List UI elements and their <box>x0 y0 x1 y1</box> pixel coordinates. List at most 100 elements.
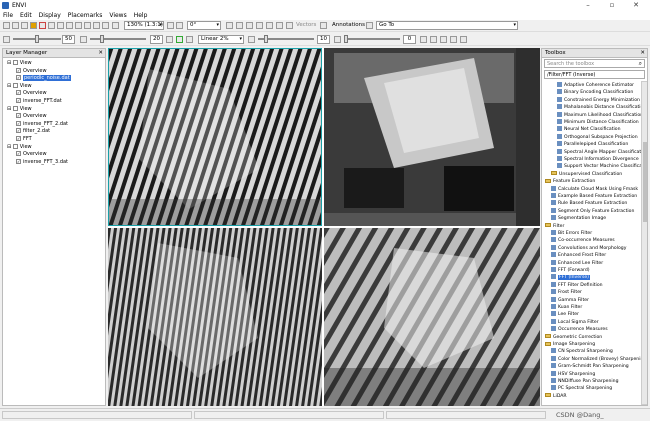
toolbox-tool[interactable]: Segment Only Feature Extraction <box>551 207 634 215</box>
menu-placemarks[interactable]: Placemarks <box>68 11 103 20</box>
menu-file[interactable]: File <box>3 11 13 20</box>
view-inverse-fft[interactable] <box>324 48 540 226</box>
transparency-handle[interactable] <box>344 35 348 43</box>
annotation-icon[interactable] <box>320 22 327 29</box>
sharpen-handle[interactable] <box>264 35 268 43</box>
annotations-dropdown[interactable]: Annotations <box>332 22 365 28</box>
toolbox-folder[interactable]: Unsupervised Classification <box>551 171 622 178</box>
layer-view-node[interactable]: ⊟ View <box>7 82 32 90</box>
toolbox-tool[interactable]: Gram-Schmidt Pan Sharpening <box>551 363 629 370</box>
checkbox[interactable]: ✓ <box>16 98 21 103</box>
toolbox-tool[interactable]: FFT Filter Definition <box>551 281 603 289</box>
toolbox-tool[interactable]: Mahalanobis Distance Classification <box>557 104 646 111</box>
brightness-value[interactable]: 50 <box>62 35 75 44</box>
view-periodic-noise[interactable] <box>108 48 322 226</box>
portal-icon[interactable] <box>450 36 457 43</box>
toolbox-folder[interactable]: LiDAR <box>545 393 567 400</box>
checkbox[interactable]: ✓ <box>16 158 21 164</box>
checkbox[interactable]: ✓ <box>16 113 21 119</box>
toolbox-tool[interactable]: Rule Based Feature Extraction <box>551 200 627 207</box>
fly-icon[interactable] <box>57 22 64 29</box>
checkbox[interactable]: ✓ <box>16 75 21 81</box>
toolbox-search[interactable]: Search the toolbox ⌕ <box>544 59 645 68</box>
layer-item[interactable]: ✓ periodic_noise.dat <box>16 75 71 82</box>
polygon-icon[interactable] <box>276 22 283 29</box>
layer-item[interactable]: ✓ FFT <box>16 136 32 143</box>
toolbox-tool[interactable]: Local Sigma Filter <box>551 318 599 326</box>
contrast-slider[interactable] <box>90 35 146 43</box>
toolbox-tool[interactable]: Parallelepiped Classification <box>557 141 628 148</box>
toolbox-tool[interactable]: Bit Errors Filter <box>551 230 592 237</box>
brightness-slider[interactable] <box>13 35 61 43</box>
zoom-combo[interactable]: 130% (1.3:1) ▾ <box>124 21 164 30</box>
crosshair-icon[interactable] <box>226 22 233 29</box>
checkbox[interactable]: ✓ <box>16 151 21 157</box>
sharpen-slider[interactable] <box>258 35 314 43</box>
toolbox-tool[interactable]: Minimum Distance Classification <box>557 119 639 126</box>
toolbox-tool[interactable]: Binary Encoding Classification <box>557 89 633 96</box>
toolbox-tool[interactable]: Kuan Filter <box>551 304 582 311</box>
rotate-left-icon[interactable] <box>167 22 174 29</box>
brightness-handle[interactable] <box>35 35 39 43</box>
toolbox-tool[interactable]: Gamma Filter <box>551 296 589 304</box>
toolbox-folder[interactable]: Geometric Correction <box>545 334 602 341</box>
sharpen-value[interactable]: 10 <box>317 35 330 44</box>
layer-item[interactable]: ✓ Overview <box>16 67 47 75</box>
toolbox-tool[interactable]: CN Spectral Sharpening <box>551 348 613 355</box>
contrast-value[interactable]: 20 <box>150 35 163 44</box>
close-button[interactable]: ✕ <box>624 0 648 11</box>
contrast-handle[interactable] <box>100 35 104 43</box>
toolbox-tool[interactable]: Enhanced Lee Filter <box>551 259 603 267</box>
open-icon[interactable] <box>3 22 10 29</box>
toolbox-tool[interactable]: Spectral Information Divergence <box>557 156 639 163</box>
toolbox-tool[interactable]: Frost Filter <box>551 289 582 296</box>
transparency-slider[interactable] <box>344 35 400 43</box>
layer-item[interactable]: ✓ inverse_FFT_3.dat <box>16 158 68 166</box>
toolbox-tool[interactable]: FFT (Forward) <box>551 267 590 274</box>
toolbox-tool[interactable]: Lee Filter <box>551 311 579 318</box>
toolbox-tool[interactable]: Maximum Likelihood Classification <box>557 111 643 119</box>
checkbox[interactable]: ✓ <box>16 90 21 96</box>
fixed-zoom-out-icon[interactable] <box>102 22 109 29</box>
cursor-value-icon[interactable] <box>236 22 243 29</box>
checkbox[interactable]: ✓ <box>16 136 21 141</box>
layer-view-node[interactable]: ⊟ View <box>7 60 32 67</box>
rotate-icon[interactable] <box>66 22 73 29</box>
toolbox-folder[interactable]: Feature Extraction <box>545 178 595 185</box>
chip-icon[interactable] <box>460 36 467 43</box>
toolbox-scroll-thumb[interactable] <box>643 142 647 222</box>
refresh-icon[interactable] <box>176 36 183 43</box>
zoom-in-icon[interactable] <box>75 22 82 29</box>
rotation-combo[interactable]: 0° ▾ <box>187 21 221 30</box>
checkbox[interactable]: ✓ <box>16 128 21 134</box>
goto-icon[interactable] <box>366 22 373 29</box>
checkbox[interactable] <box>12 82 18 88</box>
checkbox[interactable]: ✓ <box>16 67 21 73</box>
swipe-icon[interactable] <box>430 36 437 43</box>
toolbox-tool[interactable]: Adaptive Coherence Estimator <box>557 82 634 89</box>
menu-display[interactable]: Display <box>39 11 61 20</box>
toolbox-tool[interactable]: Co-occurrence Measures <box>551 237 615 244</box>
toolbox-tool[interactable]: Orthogonal Subspace Projection <box>557 133 638 141</box>
pin-icon[interactable] <box>30 22 37 29</box>
close-icon[interactable]: ✕ <box>640 49 645 57</box>
transparency-value[interactable]: 0 <box>403 35 416 44</box>
layer-item[interactable]: ✓ Overview <box>16 151 47 158</box>
zoom-out-icon[interactable] <box>84 22 91 29</box>
layer-view-node[interactable]: ⊟ View <box>7 105 32 113</box>
data-manager-icon[interactable] <box>12 22 19 29</box>
stretch-combo[interactable]: Linear 2% ▾ <box>198 35 244 44</box>
menu-views[interactable]: Views <box>109 11 126 20</box>
toolbox-tool[interactable]: Neural Net Classification <box>557 126 621 133</box>
toolbox-tool[interactable]: Support Vector Machine Classification <box>557 163 647 170</box>
view-inverse-fft-2[interactable] <box>108 228 322 406</box>
checkbox[interactable] <box>12 60 18 65</box>
image-view-area[interactable] <box>108 48 540 406</box>
measure-icon[interactable] <box>246 22 253 29</box>
menu-help[interactable]: Help <box>134 11 148 20</box>
roi-icon[interactable] <box>256 22 263 29</box>
toolbox-tool[interactable]: Spectral Angle Mapper Classification <box>557 148 647 156</box>
layer-view-node[interactable]: ⊟ View <box>7 143 32 151</box>
toolbox-scrollbar[interactable] <box>641 81 647 405</box>
toolbox-tool[interactable]: HSV Sharpening <box>551 370 595 378</box>
